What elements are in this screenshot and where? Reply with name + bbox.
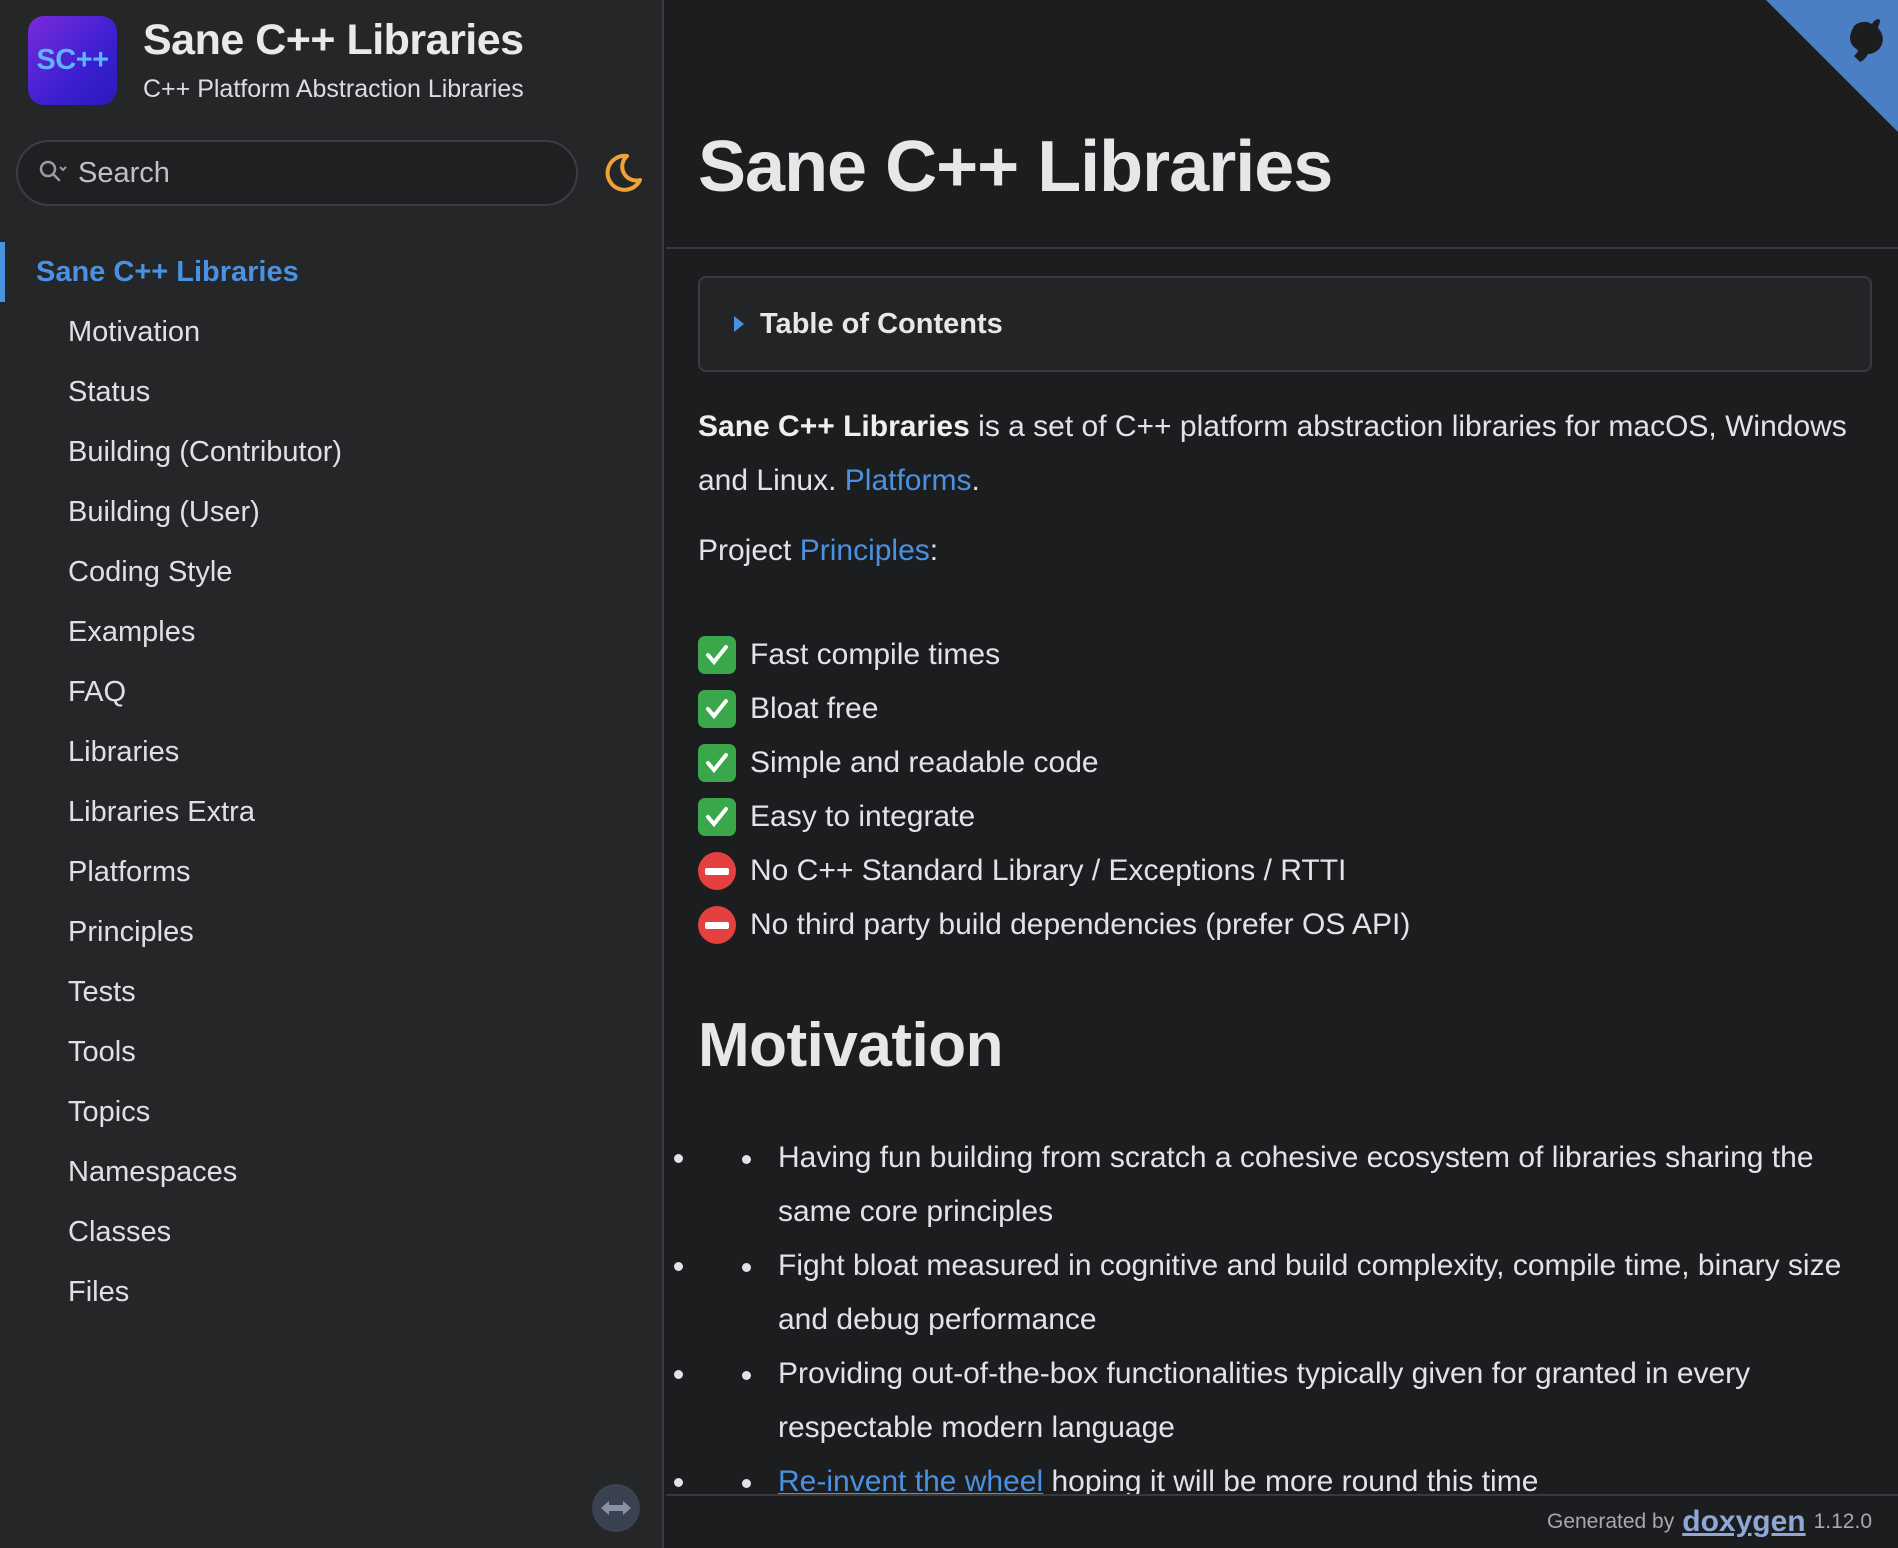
sidebar-item-coding-style[interactable]: Coding Style <box>0 542 664 602</box>
sidebar-item-tools[interactable]: Tools <box>0 1022 664 1082</box>
search-input[interactable] <box>78 156 558 190</box>
doxygen-version: 1.12.0 <box>1813 1510 1872 1533</box>
intro-paragraph: Sane C++ Libraries is a set of C++ platf… <box>698 400 1878 508</box>
principle-text: No third party build dependencies (prefe… <box>750 908 1411 941</box>
check-mark-icon <box>698 798 736 836</box>
github-corner-icon[interactable] <box>1766 0 1898 132</box>
principles-link[interactable]: Principles <box>800 534 930 567</box>
principle-text: Simple and readable code <box>750 746 1099 779</box>
section-heading-motivation: Motivation <box>698 1011 1003 1080</box>
list-item: No third party build dependencies (prefe… <box>698 898 1410 952</box>
principle-text: Fast compile times <box>750 638 1001 671</box>
principle-text: Bloat free <box>750 692 879 725</box>
sidebar-item-platforms[interactable]: Platforms <box>0 842 664 902</box>
no-entry-icon <box>698 906 736 944</box>
sidebar-item-files[interactable]: Files <box>0 1262 664 1322</box>
principles-list: Fast compile times Bloat free Simple and… <box>698 628 1410 952</box>
list-item: Having fun building from scratch a cohes… <box>698 1131 1888 1239</box>
sidebar-item-principles[interactable]: Principles <box>0 902 664 962</box>
no-entry-icon <box>698 852 736 890</box>
doxygen-link[interactable]: doxygen <box>1682 1505 1805 1539</box>
principle-text: Easy to integrate <box>750 800 976 833</box>
sidebar-item-namespaces[interactable]: Namespaces <box>0 1142 664 1202</box>
list-item: Fight bloat measured in cognitive and bu… <box>698 1239 1888 1347</box>
list-item: Providing out-of-the-box functionalities… <box>698 1347 1888 1455</box>
intro: Sane C++ Libraries is a set of C++ platf… <box>698 400 1878 578</box>
title-divider <box>666 247 1898 249</box>
sidebar-item-libraries[interactable]: Libraries <box>0 722 664 782</box>
list-item: Bloat free <box>698 682 1410 736</box>
check-mark-icon <box>698 636 736 674</box>
sidebar-item-building-user[interactable]: Building (User) <box>0 482 664 542</box>
page-title: Sane C++ Libraries <box>698 127 1333 207</box>
list-item: Fast compile times <box>698 628 1410 682</box>
check-mark-icon <box>698 690 736 728</box>
search-box[interactable] <box>16 140 578 206</box>
list-item: No C++ Standard Library / Exceptions / R… <box>698 844 1410 898</box>
platforms-link[interactable]: Platforms <box>845 464 972 497</box>
sidebar-item-faq[interactable]: FAQ <box>0 662 664 722</box>
sidebar-nav: Sane C++ Libraries Motivation Status Bui… <box>0 242 664 1322</box>
list-item: Easy to integrate <box>698 790 1410 844</box>
sidebar-item-motivation[interactable]: Motivation <box>0 302 664 362</box>
sidebar-item-tests[interactable]: Tests <box>0 962 664 1022</box>
intro-bold: Sane C++ Libraries <box>698 410 970 443</box>
project-end: : <box>929 534 939 567</box>
sidebar-item-topics[interactable]: Topics <box>0 1082 664 1142</box>
project-title[interactable]: Sane C++ Libraries <box>143 17 524 63</box>
brand: SC++ Sane C++ Libraries C++ Platform Abs… <box>28 16 524 105</box>
brand-text: Sane C++ Libraries C++ Platform Abstract… <box>143 17 524 104</box>
moon-icon[interactable] <box>600 150 646 196</box>
sidebar-resize-handle[interactable] <box>592 1484 640 1532</box>
toc-label: Table of Contents <box>760 307 1003 340</box>
project-logo[interactable]: SC++ <box>28 16 117 105</box>
caret-right-icon <box>734 316 744 332</box>
sidebar-item-examples[interactable]: Examples <box>0 602 664 662</box>
project-paragraph: Project Principles: <box>698 524 1878 578</box>
project-text: Project <box>698 534 800 567</box>
sidebar-item-building-contributor[interactable]: Building (Contributor) <box>0 422 664 482</box>
sidebar-item-libraries-extra[interactable]: Libraries Extra <box>0 782 664 842</box>
intro-end: . <box>971 464 980 497</box>
generated-by-label: Generated by <box>1546 1510 1675 1533</box>
main-content: Sane C++ Libraries Table of Contents San… <box>666 0 1898 1548</box>
table-of-contents[interactable]: Table of Contents <box>698 276 1872 372</box>
check-mark-icon <box>698 744 736 782</box>
footer: Generated by doxygen 1.12.0 <box>666 1494 1898 1548</box>
motivation-list: Having fun building from scratch a cohes… <box>698 1131 1888 1509</box>
sidebar-item-home[interactable]: Sane C++ Libraries <box>0 242 664 302</box>
project-subtitle: C++ Platform Abstraction Libraries <box>143 75 524 103</box>
logo-text: SC++ <box>36 44 109 76</box>
principle-text: No C++ Standard Library / Exceptions / R… <box>750 854 1347 887</box>
sidebar: SC++ Sane C++ Libraries C++ Platform Abs… <box>0 0 664 1548</box>
sidebar-item-classes[interactable]: Classes <box>0 1202 664 1262</box>
search-icon[interactable] <box>36 157 68 189</box>
sidebar-item-status[interactable]: Status <box>0 362 664 422</box>
resize-arrows-icon <box>601 1501 631 1515</box>
list-item: Simple and readable code <box>698 736 1410 790</box>
